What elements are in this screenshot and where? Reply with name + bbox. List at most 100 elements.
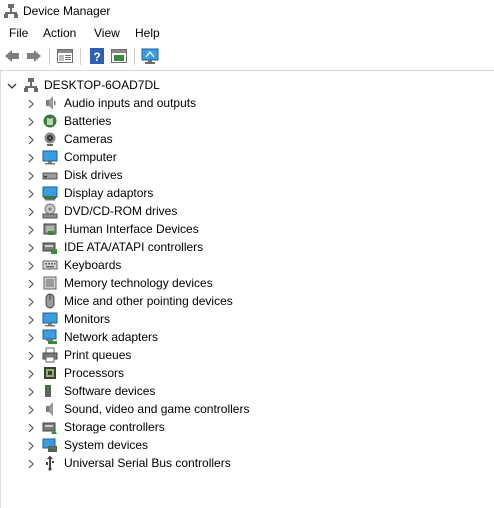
chevron-right-icon[interactable] — [26, 99, 36, 109]
tree-item-label: Network adapters — [64, 330, 159, 344]
menu-action[interactable]: Action — [43, 26, 76, 40]
tree-item-label: Monitors — [64, 312, 111, 326]
properties-icon[interactable] — [56, 47, 74, 65]
chevron-right-icon[interactable] — [26, 387, 36, 397]
memory-icon — [42, 275, 58, 291]
tree-item-storage-controllers[interactable]: Storage controllers — [1, 418, 494, 436]
tree-item-label: Keyboards — [64, 258, 122, 272]
forward-arrow-icon[interactable] — [25, 47, 43, 65]
toolbar: ? — [0, 43, 494, 71]
menu-help[interactable]: Help — [135, 26, 160, 40]
chevron-right-icon[interactable] — [26, 261, 36, 271]
hid-icon — [42, 221, 58, 237]
tree-item-label: Disk drives — [64, 168, 123, 182]
chevron-right-icon[interactable] — [26, 171, 36, 181]
toolbar-separator — [134, 48, 135, 65]
chevron-right-icon[interactable] — [26, 207, 36, 217]
chevron-down-icon[interactable] — [7, 81, 17, 91]
keyboard-icon — [42, 257, 58, 273]
speaker-icon — [42, 95, 58, 111]
tree-item-dvd-cd-rom-drives[interactable]: DVD/CD-ROM drives — [1, 202, 494, 220]
camera-icon — [42, 131, 58, 147]
chevron-right-icon[interactable] — [26, 369, 36, 379]
tree-item-label: Display adaptors — [64, 186, 154, 200]
help-icon[interactable]: ? — [88, 47, 106, 65]
usb-icon — [42, 455, 58, 471]
chevron-right-icon[interactable] — [26, 405, 36, 415]
tree-item-label: Cameras — [64, 132, 113, 146]
tree-item-label: Storage controllers — [64, 420, 165, 434]
tree-item-label: Memory technology devices — [64, 276, 213, 290]
chevron-right-icon[interactable] — [26, 351, 36, 361]
software-device-icon — [42, 383, 58, 399]
tree-item-system-devices[interactable]: System devices — [1, 436, 494, 454]
tree-item-mice-and-other-pointing-devices[interactable]: Mice and other pointing devices — [1, 292, 494, 310]
tree-item-network-adapters[interactable]: Network adapters — [1, 328, 494, 346]
tree-item-universal-serial-bus-controllers[interactable]: Universal Serial Bus controllers — [1, 454, 494, 472]
tree-item-memory-technology-devices[interactable]: Memory technology devices — [1, 274, 494, 292]
title-bar[interactable]: Device Manager — [0, 0, 494, 22]
system-devices-icon — [42, 437, 58, 453]
dvd-drive-icon — [42, 203, 58, 219]
tree-item-audio-inputs-and-outputs[interactable]: Audio inputs and outputs — [1, 94, 494, 112]
tree-item-monitors[interactable]: Monitors — [1, 310, 494, 328]
tree-item-label: Human Interface Devices — [64, 222, 199, 236]
chevron-right-icon[interactable] — [26, 189, 36, 199]
computer-icon — [42, 149, 58, 165]
menu-bar: File Action View Help — [0, 22, 494, 43]
chevron-right-icon[interactable] — [26, 225, 36, 235]
back-arrow-icon[interactable] — [3, 47, 21, 65]
tree-item-ide-ata-atapi-controllers[interactable]: IDE ATA/ATAPI controllers — [1, 238, 494, 256]
ide-controller-icon — [42, 239, 58, 255]
tree-item-computer[interactable]: Computer — [1, 148, 494, 166]
chevron-right-icon[interactable] — [26, 441, 36, 451]
tree-item-label: Processors — [64, 366, 125, 380]
tree-item-batteries[interactable]: Batteries — [1, 112, 494, 130]
tree-item-label: Universal Serial Bus controllers — [64, 456, 231, 470]
mouse-icon — [42, 293, 58, 309]
tree-item-display-adaptors[interactable]: Display adaptors — [1, 184, 494, 202]
tree-item-label: Mice and other pointing devices — [64, 294, 233, 308]
tree-item-human-interface-devices[interactable]: Human Interface Devices — [1, 220, 494, 238]
tree-item-label: Sound, video and game controllers — [64, 402, 250, 416]
sound-controller-icon — [42, 401, 58, 417]
tree-item-software-devices[interactable]: Software devices — [1, 382, 494, 400]
display-adapter-icon — [42, 185, 58, 201]
chevron-right-icon[interactable] — [26, 297, 36, 307]
tree-item-label: Batteries — [64, 114, 112, 128]
tree-item-keyboards[interactable]: Keyboards — [1, 256, 494, 274]
tree-item-print-queues[interactable]: Print queues — [1, 346, 494, 364]
svg-text:?: ? — [93, 50, 100, 64]
tree-item-label: IDE ATA/ATAPI controllers — [64, 240, 204, 254]
chevron-right-icon[interactable] — [26, 279, 36, 289]
battery-icon — [42, 113, 58, 129]
chevron-right-icon[interactable] — [26, 117, 36, 127]
tree-item-processors[interactable]: Processors — [1, 364, 494, 382]
show-hidden-icon[interactable] — [110, 47, 128, 65]
menu-view[interactable]: View — [94, 26, 120, 40]
disk-drive-icon — [42, 167, 58, 183]
chevron-right-icon[interactable] — [26, 423, 36, 433]
tree-item-label: Audio inputs and outputs — [64, 96, 197, 110]
tree-item-sound-video-and-game-controllers[interactable]: Sound, video and game controllers — [1, 400, 494, 418]
chevron-right-icon[interactable] — [26, 135, 36, 145]
tree-root-row[interactable]: DESKTOP-6OAD7DL — [1, 76, 494, 94]
processor-icon — [42, 365, 58, 381]
device-tree[interactable]: DESKTOP-6OAD7DL Audio inputs and outputs… — [0, 71, 494, 508]
window-title: Device Manager — [23, 4, 111, 18]
device-manager-app-icon — [3, 3, 19, 19]
chevron-right-icon[interactable] — [26, 333, 36, 343]
monitor-scan-icon[interactable] — [141, 47, 159, 65]
monitor-icon — [42, 311, 58, 327]
menu-file[interactable]: File — [9, 26, 28, 40]
tree-item-label: DVD/CD-ROM drives — [64, 204, 178, 218]
chevron-right-icon[interactable] — [26, 243, 36, 253]
tree-item-label: System devices — [64, 438, 149, 452]
tree-item-cameras[interactable]: Cameras — [1, 130, 494, 148]
chevron-right-icon[interactable] — [26, 153, 36, 163]
tree-item-label: Software devices — [64, 384, 156, 398]
chevron-right-icon[interactable] — [26, 315, 36, 325]
chevron-right-icon[interactable] — [26, 459, 36, 469]
computer-network-icon — [23, 77, 39, 93]
tree-item-disk-drives[interactable]: Disk drives — [1, 166, 494, 184]
